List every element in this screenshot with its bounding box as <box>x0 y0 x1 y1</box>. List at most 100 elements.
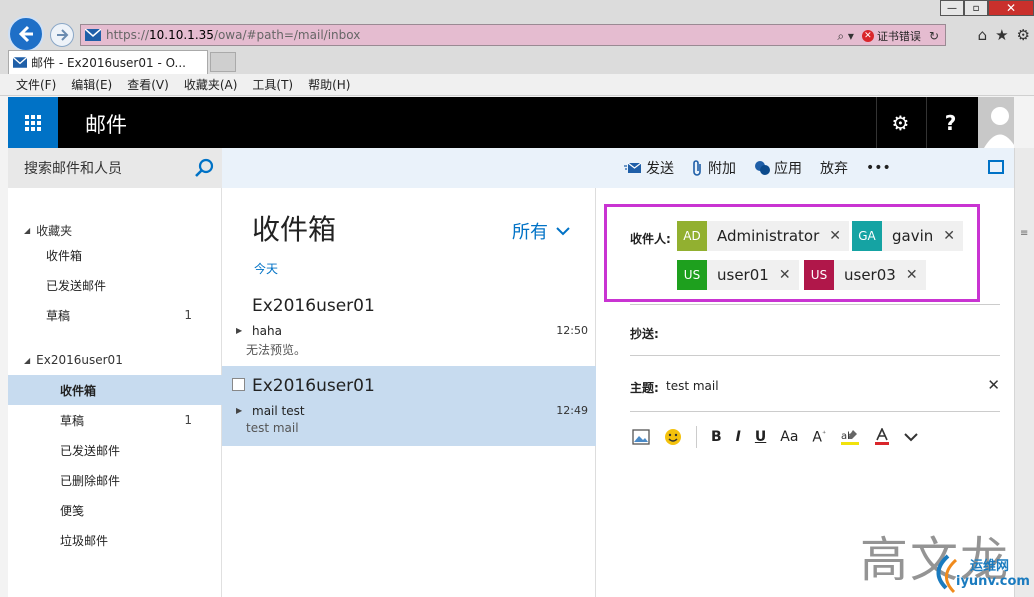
settings-button[interactable]: ⚙ <box>876 97 924 148</box>
refresh-icon[interactable]: ↻ <box>929 29 939 43</box>
bold-button[interactable]: B <box>711 429 722 445</box>
scrollbar[interactable]: ≡ <box>1014 148 1034 597</box>
highlight-icon[interactable]: ab <box>840 428 860 446</box>
recipient-initials: US <box>677 260 707 290</box>
remove-recipient-icon[interactable]: ✕ <box>779 267 799 283</box>
message-list: 收件箱 所有 今天 Ex2016user01 ▶ haha 12:50 无法预览… <box>222 148 596 597</box>
folder-item-drafts[interactable]: 草稿 1 <box>8 405 222 435</box>
recipient-initials: US <box>804 260 834 290</box>
watermark-brand: 运维网 <box>970 559 1010 574</box>
search-input[interactable]: 搜索邮件和人员 <box>8 148 222 188</box>
menu-view[interactable]: 查看(V) <box>127 76 169 93</box>
remove-recipient-icon[interactable]: ✕ <box>943 228 963 244</box>
mail-favicon-icon <box>13 57 27 68</box>
insert-picture-icon[interactable] <box>632 429 650 445</box>
folder-item-junk[interactable]: 垃圾邮件 <box>8 525 222 555</box>
app-launcher-waffle-icon[interactable] <box>8 97 58 148</box>
tab-mail[interactable]: 邮件 - Ex2016user01 - O... <box>8 50 208 74</box>
menu-bar: 文件(F) 编辑(E) 查看(V) 收藏夹(A) 工具(T) 帮助(H) <box>0 74 1034 96</box>
back-button[interactable] <box>8 16 44 52</box>
new-tab-button[interactable] <box>210 52 236 72</box>
collapse-caret-icon: ◢ <box>24 355 31 365</box>
send-envelope-icon <box>624 162 642 173</box>
message-time: 12:50 <box>556 324 588 337</box>
menu-tools[interactable]: 工具(T) <box>252 76 293 93</box>
folder-item-deleted[interactable]: 已删除邮件 <box>8 465 222 495</box>
error-icon: ✕ <box>861 30 874 42</box>
discard-button[interactable]: 放弃 <box>820 158 848 178</box>
recipient-chip[interactable]: US user03 ✕ <box>804 260 926 290</box>
favorites-star-icon[interactable]: ★ <box>995 26 1008 44</box>
emoji-icon[interactable] <box>664 428 682 446</box>
help-button[interactable]: ? <box>926 97 974 148</box>
account-header[interactable]: ◢ Ex2016user01 <box>24 353 123 367</box>
subject-label: 主题: <box>630 381 659 395</box>
forward-button[interactable] <box>50 23 74 47</box>
filter-dropdown[interactable]: 所有 <box>512 218 570 244</box>
menu-file[interactable]: 文件(F) <box>16 76 56 93</box>
remove-recipient-icon[interactable]: ✕ <box>906 267 926 283</box>
to-label: 收件人: <box>630 232 671 246</box>
favorite-item-sent[interactable]: 已发送邮件 <box>8 270 222 300</box>
cc-label: 抄送: <box>630 327 659 341</box>
underline-button[interactable]: U <box>755 429 766 445</box>
window-controls: — ▫ ✕ <box>940 0 1034 16</box>
url-text: https://10.10.1.35/owa/#path=/mail/inbox <box>106 28 361 42</box>
folder-item-sent[interactable]: 已发送邮件 <box>8 435 222 465</box>
chevron-down-icon[interactable] <box>904 432 918 442</box>
apps-cube-icon <box>755 161 770 175</box>
chevron-down-icon <box>556 227 570 236</box>
close-icon[interactable]: ✕ <box>987 376 1000 394</box>
arrow-right-icon <box>57 29 69 41</box>
remove-recipient-icon[interactable]: ✕ <box>829 228 849 244</box>
favorites-header[interactable]: ◢ 收藏夹 <box>24 222 72 239</box>
expand-caret-icon[interactable]: ▶ <box>236 326 242 335</box>
home-icon[interactable]: ⌂ <box>978 26 988 44</box>
grow-font-button[interactable]: A⁺ <box>812 429 826 446</box>
message-subject: mail test <box>252 404 305 418</box>
select-checkbox[interactable] <box>232 378 245 391</box>
folder-item-inbox[interactable]: 收件箱 <box>8 375 222 405</box>
compose-toolbar: 发送 附加 应用 放弃 ••• <box>596 148 1014 188</box>
paperclip-icon <box>693 160 701 176</box>
folder-item-notes[interactable]: 便笺 <box>8 495 222 525</box>
mail-favicon-icon <box>84 28 102 42</box>
recipient-chip[interactable]: US user01 ✕ <box>677 260 799 290</box>
list-toolbar <box>222 148 596 188</box>
menu-help[interactable]: 帮助(H) <box>308 76 350 93</box>
popout-window-icon[interactable] <box>988 160 1004 174</box>
search-icon[interactable] <box>194 158 214 178</box>
italic-button[interactable]: I <box>736 429 741 445</box>
arrow-left-icon <box>18 25 33 43</box>
send-button[interactable]: 发送 <box>624 158 674 178</box>
font-size-button[interactable]: Aa <box>780 429 798 445</box>
cc-input-underline[interactable] <box>630 355 1000 356</box>
more-options-button[interactable]: ••• <box>866 160 891 176</box>
menu-favorites[interactable]: 收藏夹(A) <box>184 76 238 93</box>
expand-caret-icon[interactable]: ▶ <box>236 406 242 415</box>
close-window-button[interactable]: ✕ <box>988 0 1034 16</box>
recipient-chip[interactable]: GA gavin ✕ <box>852 221 963 251</box>
folder-pane: 搜索邮件和人员 ◢ 收藏夹 收件箱 已发送邮件 草稿 1 ◢ Ex2016use… <box>8 148 222 597</box>
certificate-error[interactable]: ✕ 证书错误 <box>861 28 921 44</box>
settings-gear-icon[interactable]: ⚙ <box>1017 26 1030 44</box>
subject-input[interactable]: test mail <box>666 379 719 393</box>
list-item[interactable]: Ex2016user01 ▶ haha 12:50 无法预览。 <box>222 286 596 366</box>
avatar[interactable] <box>978 97 1014 148</box>
font-color-icon[interactable] <box>874 428 890 446</box>
maximize-button[interactable]: ▫ <box>964 0 988 16</box>
favorite-item-drafts[interactable]: 草稿 1 <box>8 300 222 330</box>
scroll-grip-icon: ≡ <box>1020 228 1029 239</box>
attach-button[interactable]: 附加 <box>692 158 736 178</box>
apps-button[interactable]: 应用 <box>754 158 802 178</box>
address-bar[interactable]: https://10.10.1.35/owa/#path=/mail/inbox… <box>80 24 946 46</box>
divider <box>630 304 1000 305</box>
minimize-button[interactable]: — <box>940 0 964 16</box>
search-dropdown-icon[interactable]: ⌕ ▾ <box>837 29 854 44</box>
favorite-item-inbox[interactable]: 收件箱 <box>8 240 222 270</box>
recipient-chip[interactable]: AD Administrator ✕ <box>677 221 849 251</box>
menu-edit[interactable]: 编辑(E) <box>71 76 112 93</box>
list-item[interactable]: Ex2016user01 ▶ mail test 12:49 test mail <box>222 366 596 446</box>
watermark-site: iyunv.com <box>956 574 1030 589</box>
tab-strip: 邮件 - Ex2016user01 - O... <box>0 50 1034 74</box>
